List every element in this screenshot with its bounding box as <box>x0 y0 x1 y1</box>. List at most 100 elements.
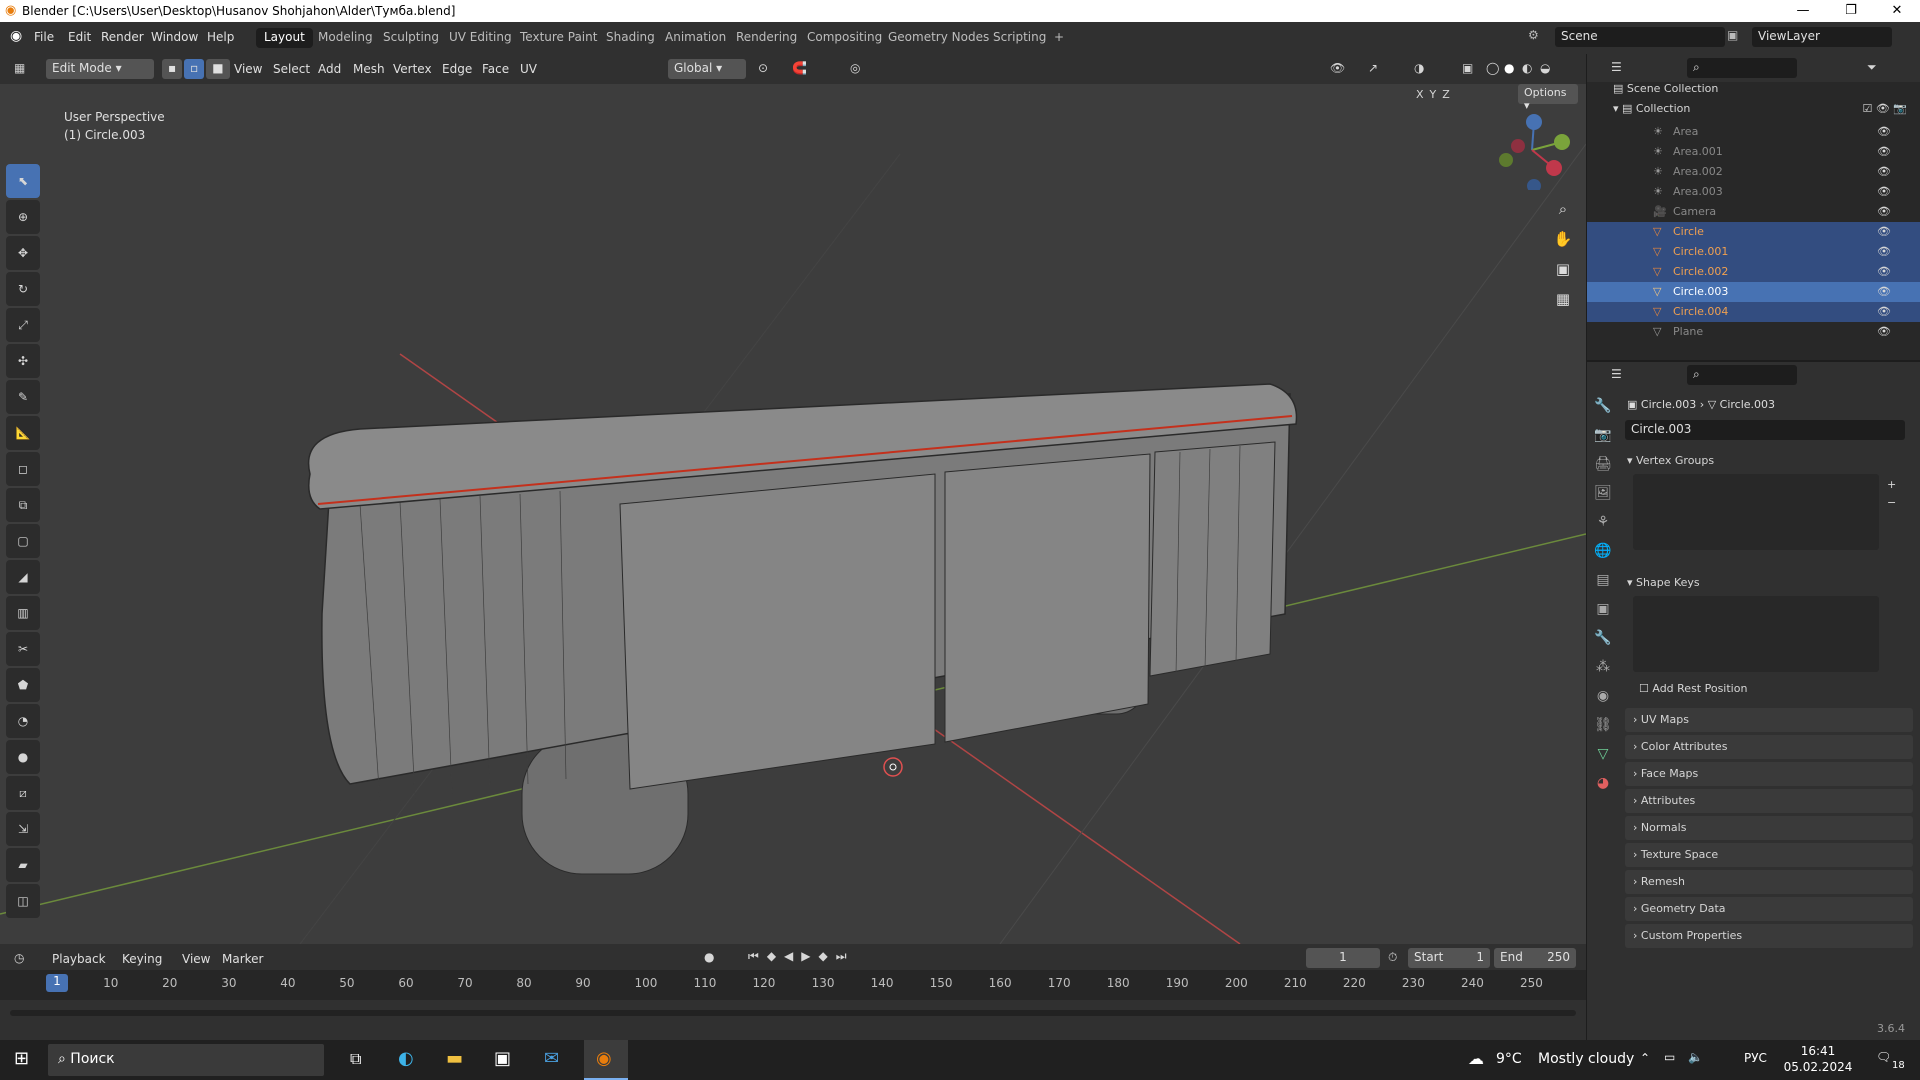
outliner-row[interactable]: ▽ Circle.003 👁 <box>1587 282 1920 302</box>
next-keyframe-icon[interactable]: ◆ <box>819 949 828 964</box>
viewport-canvas[interactable] <box>0 54 1586 944</box>
add-icon[interactable]: + <box>1887 476 1896 494</box>
jump-end-icon[interactable]: ⏭ <box>836 949 847 964</box>
tab-compositing[interactable]: Compositing <box>799 28 890 48</box>
menu-help[interactable]: Help <box>207 30 234 44</box>
filter-icon[interactable]: ⏷ <box>1867 60 1877 75</box>
eye-icon[interactable]: 👁 <box>1877 305 1891 318</box>
playhead-frame[interactable]: 1 <box>46 974 68 992</box>
notifications-icon[interactable]: 🗨 <box>1876 1050 1891 1064</box>
menu-edge[interactable]: Edge <box>442 62 472 76</box>
outliner-row[interactable]: ▽ Circle.002 👁 <box>1587 262 1920 282</box>
mesh-data-name-field[interactable]: Circle.003 <box>1625 420 1905 440</box>
proportional-edit-icon[interactable]: ◎ <box>850 61 860 75</box>
outliner-row[interactable]: ☀ Area.001 👁 <box>1587 142 1920 162</box>
outliner-row[interactable]: ☀ Area.002 👁 <box>1587 162 1920 182</box>
tab-texture-paint[interactable]: Texture Paint <box>512 28 605 48</box>
menu-add[interactable]: Add <box>318 62 341 76</box>
visibility-icon[interactable]: 👁 <box>1330 61 1345 75</box>
mirror-x-toggle[interactable]: X <box>1416 88 1424 101</box>
outliner-collection[interactable]: ▾ ▤ Collection ☑ 👁 📷 <box>1613 102 1913 115</box>
menu-uv[interactable]: UV <box>520 62 537 76</box>
annotate-tool[interactable]: ✎ <box>6 380 40 414</box>
geometry-data-panel[interactable]: › Geometry Data <box>1625 897 1913 921</box>
knife-tool[interactable]: ✂ <box>6 632 40 666</box>
tab-scripting[interactable]: Scripting <box>985 28 1054 48</box>
snap-icon[interactable]: 🧲 <box>792 61 807 75</box>
view-layer-tab-icon[interactable]: 🖼 <box>1587 479 1619 508</box>
properties-search-input[interactable]: ⌕ <box>1687 365 1797 385</box>
eye-icon[interactable]: 👁 <box>1877 125 1891 138</box>
texture-space-panel[interactable]: › Texture Space <box>1625 843 1913 867</box>
outliner-search-input[interactable]: ⌕ <box>1687 58 1797 78</box>
3d-viewport[interactable]: User Perspective (1) Circle.003 ⌕ ✋ ▣ ▦ … <box>0 54 1586 944</box>
scene-selector[interactable]: Scene <box>1555 27 1725 47</box>
rotate-tool[interactable]: ↻ <box>6 272 40 306</box>
pan-hand-icon[interactable]: ✋ <box>1552 224 1574 254</box>
transform-tool[interactable]: ✣ <box>6 344 40 378</box>
menu-edit[interactable]: Edit <box>68 30 91 44</box>
start-frame-field[interactable]: Start 1 <box>1408 948 1490 968</box>
output-tab-icon[interactable]: 🖨 <box>1587 450 1619 479</box>
tray-chevron-icon[interactable]: ⌃ <box>1640 1051 1650 1065</box>
add-workspace-button[interactable]: + <box>1046 28 1072 48</box>
attributes-panel[interactable]: › Attributes <box>1625 789 1913 813</box>
face-maps-panel[interactable]: › Face Maps <box>1625 762 1913 786</box>
add-cube-tool[interactable]: ◻ <box>6 452 40 486</box>
rip-tool[interactable]: ◫ <box>6 884 40 918</box>
editor-type-icon[interactable]: ▦ <box>14 61 25 75</box>
constraints-tab-icon[interactable]: ⛓ <box>1587 711 1619 740</box>
menu-vertex[interactable]: Vertex <box>393 62 432 76</box>
outliner-row[interactable]: ▽ Circle.004 👁 <box>1587 302 1920 322</box>
eye-icon[interactable]: 👁 <box>1877 225 1891 238</box>
current-frame-field[interactable]: 1 <box>1306 948 1380 968</box>
tab-rendering[interactable]: Rendering <box>728 28 805 48</box>
mesh-data-tab-icon[interactable]: ▽ <box>1587 740 1619 769</box>
eye-icon[interactable]: 👁 <box>1877 165 1891 178</box>
eye-icon[interactable]: 👁 <box>1877 145 1891 158</box>
weather-text[interactable]: Mostly cloudy <box>1538 1051 1634 1067</box>
normals-panel[interactable]: › Normals <box>1625 816 1913 840</box>
color-attributes-panel[interactable]: › Color Attributes <box>1625 735 1913 759</box>
menu-playback[interactable]: Playback <box>52 952 106 966</box>
collection-tab-icon[interactable]: ▤ <box>1587 566 1619 595</box>
modifier-tab-icon[interactable]: 🔧 <box>1587 624 1619 653</box>
menu-render[interactable]: Render <box>101 30 144 44</box>
menu-face[interactable]: Face <box>482 62 509 76</box>
remove-icon[interactable]: − <box>1887 494 1896 512</box>
shape-keys-list[interactable] <box>1633 596 1879 672</box>
eye-icon[interactable]: 👁 <box>1877 205 1891 218</box>
zoom-icon[interactable]: ⌕ <box>1552 194 1574 224</box>
measure-tool[interactable]: 📐 <box>6 416 40 450</box>
blender-menu-icon[interactable]: ◉ <box>10 28 22 44</box>
vertex-groups-header[interactable]: ▾ Vertex Groups <box>1627 454 1714 467</box>
particles-tab-icon[interactable]: ⁂ <box>1587 653 1619 682</box>
blender-taskbar-button[interactable]: ◉ <box>584 1040 628 1080</box>
eye-icon[interactable]: 👁 <box>1877 265 1891 278</box>
eye-icon[interactable]: 👁 <box>1877 245 1891 258</box>
shrink-fatten-tool[interactable]: ⇲ <box>6 812 40 846</box>
tool-tab-icon[interactable]: 🔧 <box>1587 392 1619 421</box>
shape-keys-header[interactable]: ▾ Shape Keys <box>1627 576 1700 589</box>
tab-shading[interactable]: Shading <box>598 28 663 48</box>
mail-icon[interactable]: ✉ <box>544 1048 559 1069</box>
clock[interactable]: 16:41 05.02.2024 <box>1778 1043 1858 1075</box>
weather-temp[interactable]: 9°C <box>1496 1051 1522 1067</box>
mirror-y-toggle[interactable]: Y <box>1430 88 1437 101</box>
menu-select[interactable]: Select <box>273 62 310 76</box>
scale-tool[interactable]: ⤢ <box>6 308 40 342</box>
viewlayer-selector[interactable]: ViewLayer <box>1752 27 1892 47</box>
render-tab-icon[interactable]: 📷 <box>1587 421 1619 450</box>
physics-tab-icon[interactable]: ◉ <box>1587 682 1619 711</box>
taskbar-search-input[interactable]: ⌕ Поиск <box>48 1044 324 1076</box>
outliner-row[interactable]: ▽ Circle.001 👁 <box>1587 242 1920 262</box>
navigation-gizmo[interactable] <box>1492 110 1572 190</box>
orientation-selector[interactable]: Global ▾ <box>668 59 746 79</box>
checkbox-icon[interactable]: ☑ 👁 📷 <box>1862 102 1907 115</box>
face-select-icon[interactable]: ■ <box>206 59 230 79</box>
prev-keyframe-icon[interactable]: ◆ <box>767 949 776 964</box>
eye-icon[interactable]: 👁 <box>1877 285 1891 298</box>
overlay-toggle-icon[interactable]: ◑ <box>1414 61 1424 75</box>
weather-icon[interactable]: ☁ <box>1468 1049 1484 1068</box>
windows-start-icon[interactable]: ⊞ <box>14 1048 29 1069</box>
